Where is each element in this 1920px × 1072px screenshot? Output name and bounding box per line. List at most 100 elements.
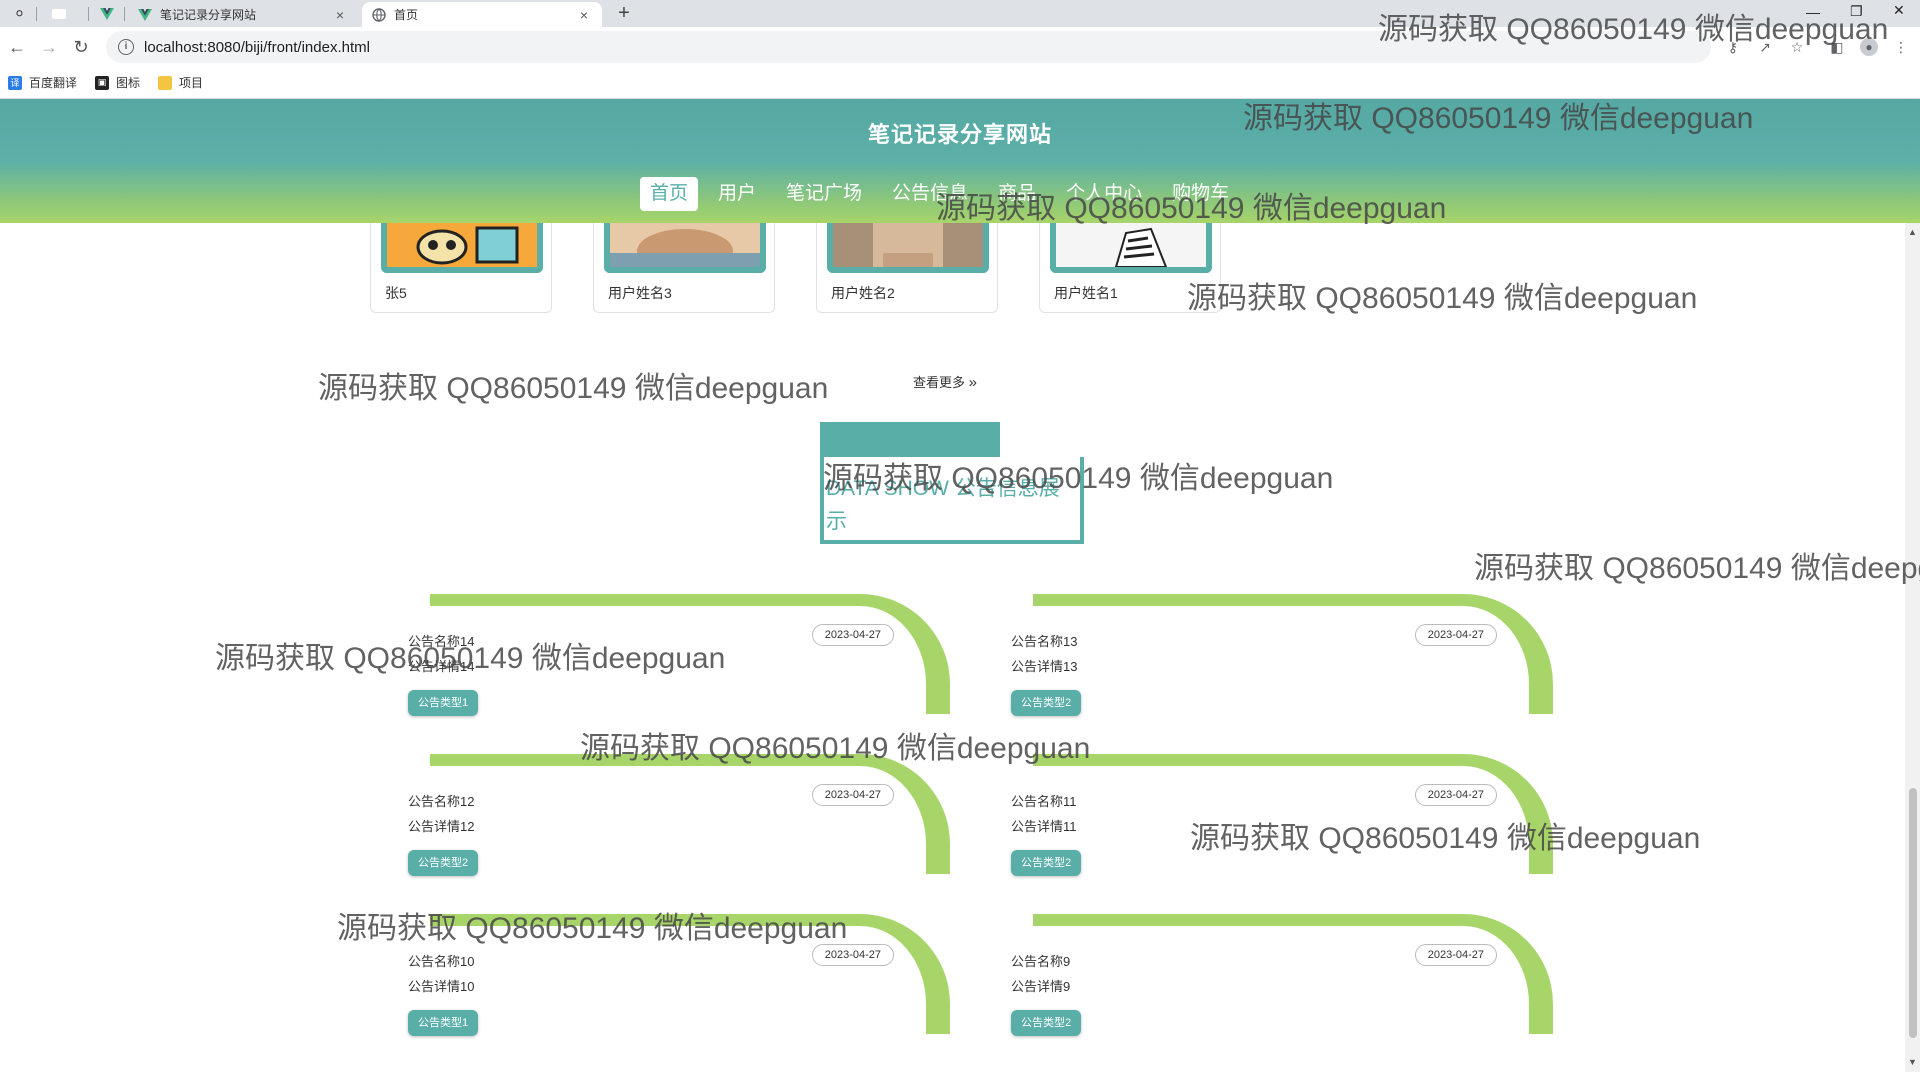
tab-title: 首页 bbox=[394, 8, 419, 22]
bookmark-icons[interactable]: ▣ 图标 bbox=[95, 74, 140, 91]
user-card[interactable]: 用户姓名1 bbox=[1039, 223, 1221, 313]
card-arc-decoration bbox=[430, 754, 950, 874]
notice-type-badge[interactable]: 公告类型2 bbox=[1011, 1010, 1082, 1036]
user-photo bbox=[381, 223, 543, 273]
close-tab-icon[interactable]: × bbox=[332, 7, 348, 23]
bookmarks-bar: 译 百度翻译 ▣ 图标 项目 bbox=[0, 67, 1920, 99]
nav-users[interactable]: 用户 bbox=[708, 177, 766, 211]
url-bar[interactable]: i localhost:8080/biji/front/index.html bbox=[106, 31, 1711, 63]
notice-detail: 公告详情9 bbox=[1011, 979, 1071, 994]
user-name: 用户姓名1 bbox=[1054, 285, 1118, 301]
reload-icon[interactable]: ↻ bbox=[70, 36, 92, 58]
notice-type-badge[interactable]: 公告类型2 bbox=[1011, 850, 1082, 876]
tab-separator bbox=[124, 7, 125, 21]
notice-card[interactable]: 公告名称11 公告详情11 2023-04-27 公告类型2 bbox=[1011, 754, 1553, 876]
key-icon[interactable]: ⚷ bbox=[1724, 38, 1742, 56]
close-tab-icon[interactable]: × bbox=[576, 7, 592, 23]
new-tab-button[interactable]: + bbox=[612, 2, 636, 25]
url-text: localhost:8080/biji/front/index.html bbox=[144, 38, 370, 56]
user-card[interactable]: 张5 bbox=[370, 223, 552, 313]
site-info-icon[interactable]: i bbox=[118, 39, 134, 55]
notice-date: 2023-04-27 bbox=[1414, 624, 1497, 646]
close-window-icon[interactable]: ✕ bbox=[1893, 2, 1905, 19]
section-title: DATA SHOW 公告信息展示 bbox=[826, 477, 1060, 533]
site-title: 笔记记录分享网站 bbox=[867, 122, 1052, 147]
card-arc-decoration bbox=[1033, 914, 1553, 1034]
scroll-up-icon[interactable]: ▲ bbox=[1908, 227, 1917, 237]
notice-date: 2023-04-27 bbox=[811, 624, 894, 646]
tab-title: 笔记记录分享网站 bbox=[160, 8, 257, 22]
view-more-label: 查看更多 bbox=[913, 375, 966, 390]
pinned-tab-blank[interactable] bbox=[44, 4, 74, 24]
browser-tab-strip: ⚪ 笔记记录分享网站 × 首页 × + — ❐ ✕ bbox=[0, 0, 1920, 27]
scrollbar-thumb[interactable] bbox=[1909, 788, 1917, 1038]
watermark: 源码获取 QQ86050149 微信deepguan bbox=[1474, 552, 1920, 585]
notice-card[interactable]: 公告名称12 公告详情12 2023-04-27 公告类型2 bbox=[408, 754, 950, 876]
translate-icon: 译 bbox=[8, 75, 22, 90]
side-panel-icon[interactable]: ◧ bbox=[1828, 38, 1846, 56]
minimize-icon[interactable]: — bbox=[1806, 4, 1820, 20]
bookmark-label: 百度翻译 bbox=[29, 76, 78, 90]
notice-detail: 公告详情10 bbox=[408, 979, 475, 994]
pinned-tab-vue[interactable] bbox=[92, 4, 122, 24]
nav-cart[interactable]: 购物车 bbox=[1162, 177, 1239, 211]
card-arc-decoration bbox=[1033, 594, 1553, 714]
notice-title: 公告名称13 bbox=[1011, 634, 1078, 649]
folder-icon bbox=[158, 75, 173, 90]
tab-home[interactable]: 首页 × bbox=[362, 2, 602, 27]
notice-date: 2023-04-27 bbox=[1414, 944, 1497, 966]
nav-notices[interactable]: 公告信息 bbox=[882, 177, 978, 211]
watermark: 源码获取 QQ86050149 微信deepguan bbox=[318, 372, 829, 405]
main-nav: 首页 用户 笔记广场 公告信息 商品 个人中心 购物车 bbox=[640, 177, 1249, 211]
watermark: 源码获取 QQ86050149 微信deepguan bbox=[1187, 282, 1698, 315]
bookmark-project[interactable]: 项目 bbox=[158, 74, 203, 91]
globe-icon bbox=[372, 7, 386, 22]
nav-home[interactable]: 首页 bbox=[640, 177, 699, 211]
bookmark-translate[interactable]: 译 百度翻译 bbox=[8, 74, 77, 91]
restore-icon[interactable]: ❐ bbox=[1850, 3, 1863, 20]
notice-card[interactable]: 公告名称14 公告详情14 2023-04-27 公告类型1 bbox=[408, 594, 950, 716]
notice-title: 公告名称14 bbox=[408, 634, 475, 649]
globe-icon: ⚪ bbox=[14, 6, 25, 21]
nav-personal-center[interactable]: 个人中心 bbox=[1056, 177, 1152, 211]
page-scrollbar[interactable]: ▲ ▼ bbox=[1905, 223, 1920, 1072]
notice-detail: 公告详情12 bbox=[408, 819, 475, 834]
notice-type-badge[interactable]: 公告类型1 bbox=[408, 690, 479, 716]
pinned-tab-globe[interactable]: ⚪ bbox=[6, 4, 33, 24]
user-photo bbox=[1050, 223, 1212, 273]
vue-icon bbox=[100, 8, 114, 20]
notice-title: 公告名称9 bbox=[1011, 954, 1071, 969]
vue-icon bbox=[138, 8, 152, 22]
notice-detail: 公告详情13 bbox=[1011, 659, 1078, 674]
notice-date: 2023-04-27 bbox=[1414, 784, 1497, 806]
notice-type-badge[interactable]: 公告类型2 bbox=[1011, 690, 1082, 716]
bookmark-star-icon[interactable]: ☆ bbox=[1788, 38, 1806, 56]
card-arc-decoration bbox=[430, 914, 950, 1034]
view-more-link[interactable]: 查看更多 » bbox=[913, 372, 977, 391]
card-arc-decoration bbox=[1033, 754, 1553, 874]
forward-icon[interactable]: → bbox=[38, 36, 60, 58]
kebab-menu-icon[interactable]: ⋮ bbox=[1892, 38, 1910, 56]
tab-separator bbox=[36, 7, 37, 21]
notice-detail: 公告详情11 bbox=[1011, 819, 1077, 834]
notice-card[interactable]: 公告名称10 公告详情10 2023-04-27 公告类型1 bbox=[408, 914, 950, 1036]
share-icon[interactable]: ↗ bbox=[1756, 38, 1774, 56]
notice-card[interactable]: 公告名称9 公告详情9 2023-04-27 公告类型2 bbox=[1011, 914, 1553, 1036]
notice-type-badge[interactable]: 公告类型2 bbox=[408, 850, 479, 876]
user-name: 用户姓名2 bbox=[831, 285, 895, 301]
notice-detail: 公告详情14 bbox=[408, 659, 475, 674]
nav-notes-square[interactable]: 笔记广场 bbox=[776, 177, 872, 211]
back-icon[interactable]: ← bbox=[6, 36, 28, 58]
user-card[interactable]: 用户姓名3 bbox=[593, 223, 775, 313]
scroll-down-icon[interactable]: ▼ bbox=[1908, 1057, 1917, 1067]
tab-notes-site[interactable]: 笔记记录分享网站 × bbox=[128, 2, 358, 27]
notice-type-badge[interactable]: 公告类型1 bbox=[408, 1010, 479, 1036]
blank-page-icon bbox=[52, 9, 66, 19]
user-card[interactable]: 用户姓名2 bbox=[816, 223, 998, 313]
nav-products[interactable]: 商品 bbox=[988, 177, 1046, 211]
image-icon: ▣ bbox=[95, 75, 110, 90]
notice-card[interactable]: 公告名称13 公告详情13 2023-04-27 公告类型2 bbox=[1011, 594, 1553, 716]
profile-avatar-icon[interactable]: ● bbox=[1860, 38, 1878, 56]
user-photo bbox=[604, 223, 766, 273]
user-photo bbox=[827, 223, 989, 273]
